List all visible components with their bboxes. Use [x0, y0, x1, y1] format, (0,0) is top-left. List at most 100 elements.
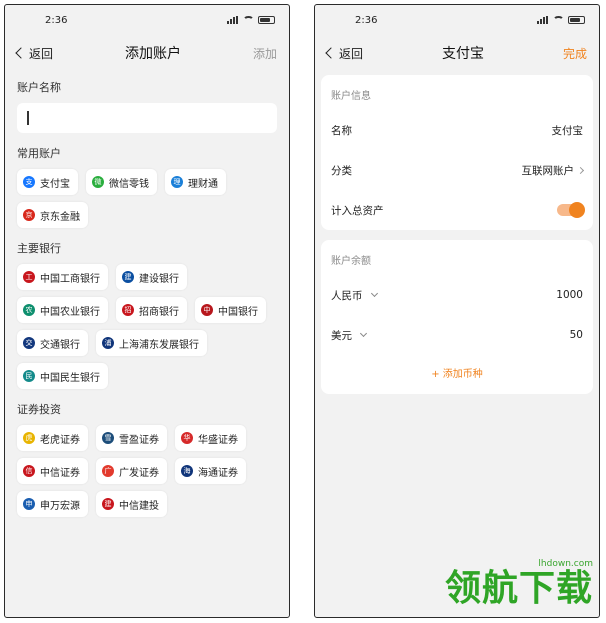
account-info-header: 账户信息 — [331, 91, 371, 102]
status-time: 2:36 — [45, 14, 68, 26]
account-chip[interactable]: 广广发证券 — [96, 458, 167, 484]
add-button[interactable]: 添加 — [253, 45, 277, 62]
chevron-left-icon — [15, 47, 27, 59]
haitong-icon: 海 — [181, 465, 193, 477]
currency-amount[interactable]: 50 — [570, 329, 583, 341]
ccb-icon: 建 — [122, 271, 134, 283]
account-chip-label: 广发证券 — [119, 467, 159, 479]
spdb-icon: 浦 — [102, 337, 114, 349]
section-title: 证券投资 — [17, 403, 61, 416]
account-chip-label: 中国民生银行 — [40, 372, 100, 384]
account-chip[interactable]: 支支付宝 — [17, 169, 78, 195]
account-chip-label: 理财通 — [188, 178, 218, 190]
gf-icon: 广 — [102, 465, 114, 477]
back-button[interactable]: 返回 — [15, 45, 53, 62]
tiger-icon: 虎 — [23, 432, 35, 444]
watermark-logo: 领航下载 — [444, 568, 593, 609]
status-time: 2:36 — [355, 14, 378, 26]
category-value: 互联网账户 — [521, 164, 575, 177]
add-account-screen: 2:36 返回 添加账户 添加 账户名称 常用账户支支付宝微微信零钱理理财通京京… — [4, 4, 290, 618]
account-chip[interactable]: 信中信证券 — [17, 458, 88, 484]
account-chip-label: 老虎证券 — [40, 434, 80, 446]
huasheng-icon: 华 — [181, 432, 193, 444]
wifi-icon — [243, 16, 254, 24]
jd-finance-icon: 京 — [23, 209, 35, 221]
boc-icon: 中 — [201, 304, 213, 316]
watermark: lhdown.com 领航下载 — [445, 559, 593, 609]
account-chip[interactable]: 微微信零钱 — [86, 169, 157, 195]
citic-icon: 信 — [23, 465, 35, 477]
account-chip[interactable]: 雪雪盈证券 — [96, 425, 167, 451]
section-chips: 工中国工商银行建建设银行农中国农业银行招招商银行中中国银行交交通银行浦上海浦东发… — [17, 264, 277, 389]
signal-icon — [227, 16, 239, 24]
account-chip[interactable]: 申申万宏源 — [17, 491, 88, 517]
account-balance-card: 账户余额 人民币 1000 美元 50 + 添加币种 — [321, 240, 593, 394]
currency-name: 人民币 — [331, 289, 363, 302]
account-chip[interactable]: 农中国农业银行 — [17, 297, 108, 323]
account-chip[interactable]: 招招商银行 — [116, 297, 187, 323]
category-row[interactable]: 分类 互联网账户 — [321, 150, 593, 190]
account-chip-label: 海通证券 — [198, 467, 238, 479]
account-chip[interactable]: 民中国民生银行 — [17, 363, 108, 389]
csc-icon: 建 — [102, 498, 114, 510]
currency-name: 美元 — [331, 329, 352, 342]
account-chip-label: 中信建投 — [119, 500, 159, 512]
account-chip-label: 中信证券 — [40, 467, 80, 479]
nav-bar: 返回 添加账户 添加 — [5, 35, 289, 71]
chevron-left-icon — [325, 47, 337, 59]
add-currency-button[interactable]: + 添加币种 — [321, 355, 593, 394]
chevron-down-icon[interactable] — [370, 289, 378, 298]
account-chip-label: 支付宝 — [40, 178, 70, 190]
account-chip[interactable]: 交交通银行 — [17, 330, 88, 356]
account-detail-screen: 2:36 返回 支付宝 完成 账户信息 名称 支付宝 分类 互联网账户 计入总资… — [314, 4, 600, 618]
alipay-icon: 支 — [23, 176, 35, 188]
abc-icon: 农 — [23, 304, 35, 316]
currency-amount[interactable]: 1000 — [556, 289, 583, 301]
bocom-icon: 交 — [23, 337, 35, 349]
battery-icon — [568, 16, 585, 24]
swhy-icon: 申 — [23, 498, 35, 510]
currency-row[interactable]: 美元 50 — [321, 315, 593, 355]
section-title: 常用账户 — [17, 147, 61, 160]
wifi-icon — [553, 16, 564, 24]
account-balance-header: 账户余额 — [331, 256, 371, 267]
nav-bar: 返回 支付宝 完成 — [315, 35, 599, 71]
snowball-icon: 雪 — [102, 432, 114, 444]
done-button[interactable]: 完成 — [563, 45, 587, 62]
licaitong-icon: 理 — [171, 176, 183, 188]
name-row[interactable]: 名称 支付宝 — [321, 110, 593, 150]
currency-row[interactable]: 人民币 1000 — [321, 275, 593, 315]
account-chip[interactable]: 华华盛证券 — [175, 425, 246, 451]
battery-icon — [258, 16, 275, 24]
account-chip-label: 华盛证券 — [198, 434, 238, 446]
account-chip[interactable]: 虎老虎证券 — [17, 425, 88, 451]
account-chip-label: 中国工商银行 — [40, 273, 100, 285]
account-chip-label: 申万宏源 — [40, 500, 80, 512]
cmb-icon: 招 — [122, 304, 134, 316]
account-chip[interactable]: 浦上海浦东发展银行 — [96, 330, 207, 356]
include-total-row: 计入总资产 — [321, 190, 593, 230]
account-chip[interactable]: 建中信建投 — [96, 491, 167, 517]
account-chip[interactable]: 工中国工商银行 — [17, 264, 108, 290]
account-chip[interactable]: 理理财通 — [165, 169, 226, 195]
include-total-toggle[interactable] — [557, 202, 585, 218]
status-bar: 2:36 — [5, 5, 289, 35]
account-chip[interactable]: 海海通证券 — [175, 458, 246, 484]
account-name-input[interactable] — [17, 103, 277, 133]
chevron-right-icon — [576, 166, 585, 174]
wechat-icon: 微 — [92, 176, 104, 188]
section-title: 主要银行 — [17, 242, 61, 255]
signal-icon — [537, 16, 549, 24]
account-name-label: 账户名称 — [17, 81, 61, 94]
account-chip[interactable]: 京京东金融 — [17, 202, 88, 228]
back-button[interactable]: 返回 — [325, 45, 363, 62]
account-chip[interactable]: 建建设银行 — [116, 264, 187, 290]
account-chip[interactable]: 中中国银行 — [195, 297, 266, 323]
chevron-down-icon[interactable] — [359, 329, 368, 338]
icbc-icon: 工 — [23, 271, 35, 283]
name-value: 支付宝 — [551, 124, 584, 137]
cmbc-icon: 民 — [23, 370, 35, 382]
account-info-card: 账户信息 名称 支付宝 分类 互联网账户 计入总资产 — [321, 75, 593, 230]
account-chip-label: 上海浦东发展银行 — [119, 339, 199, 351]
account-chip-label: 招商银行 — [139, 306, 179, 318]
